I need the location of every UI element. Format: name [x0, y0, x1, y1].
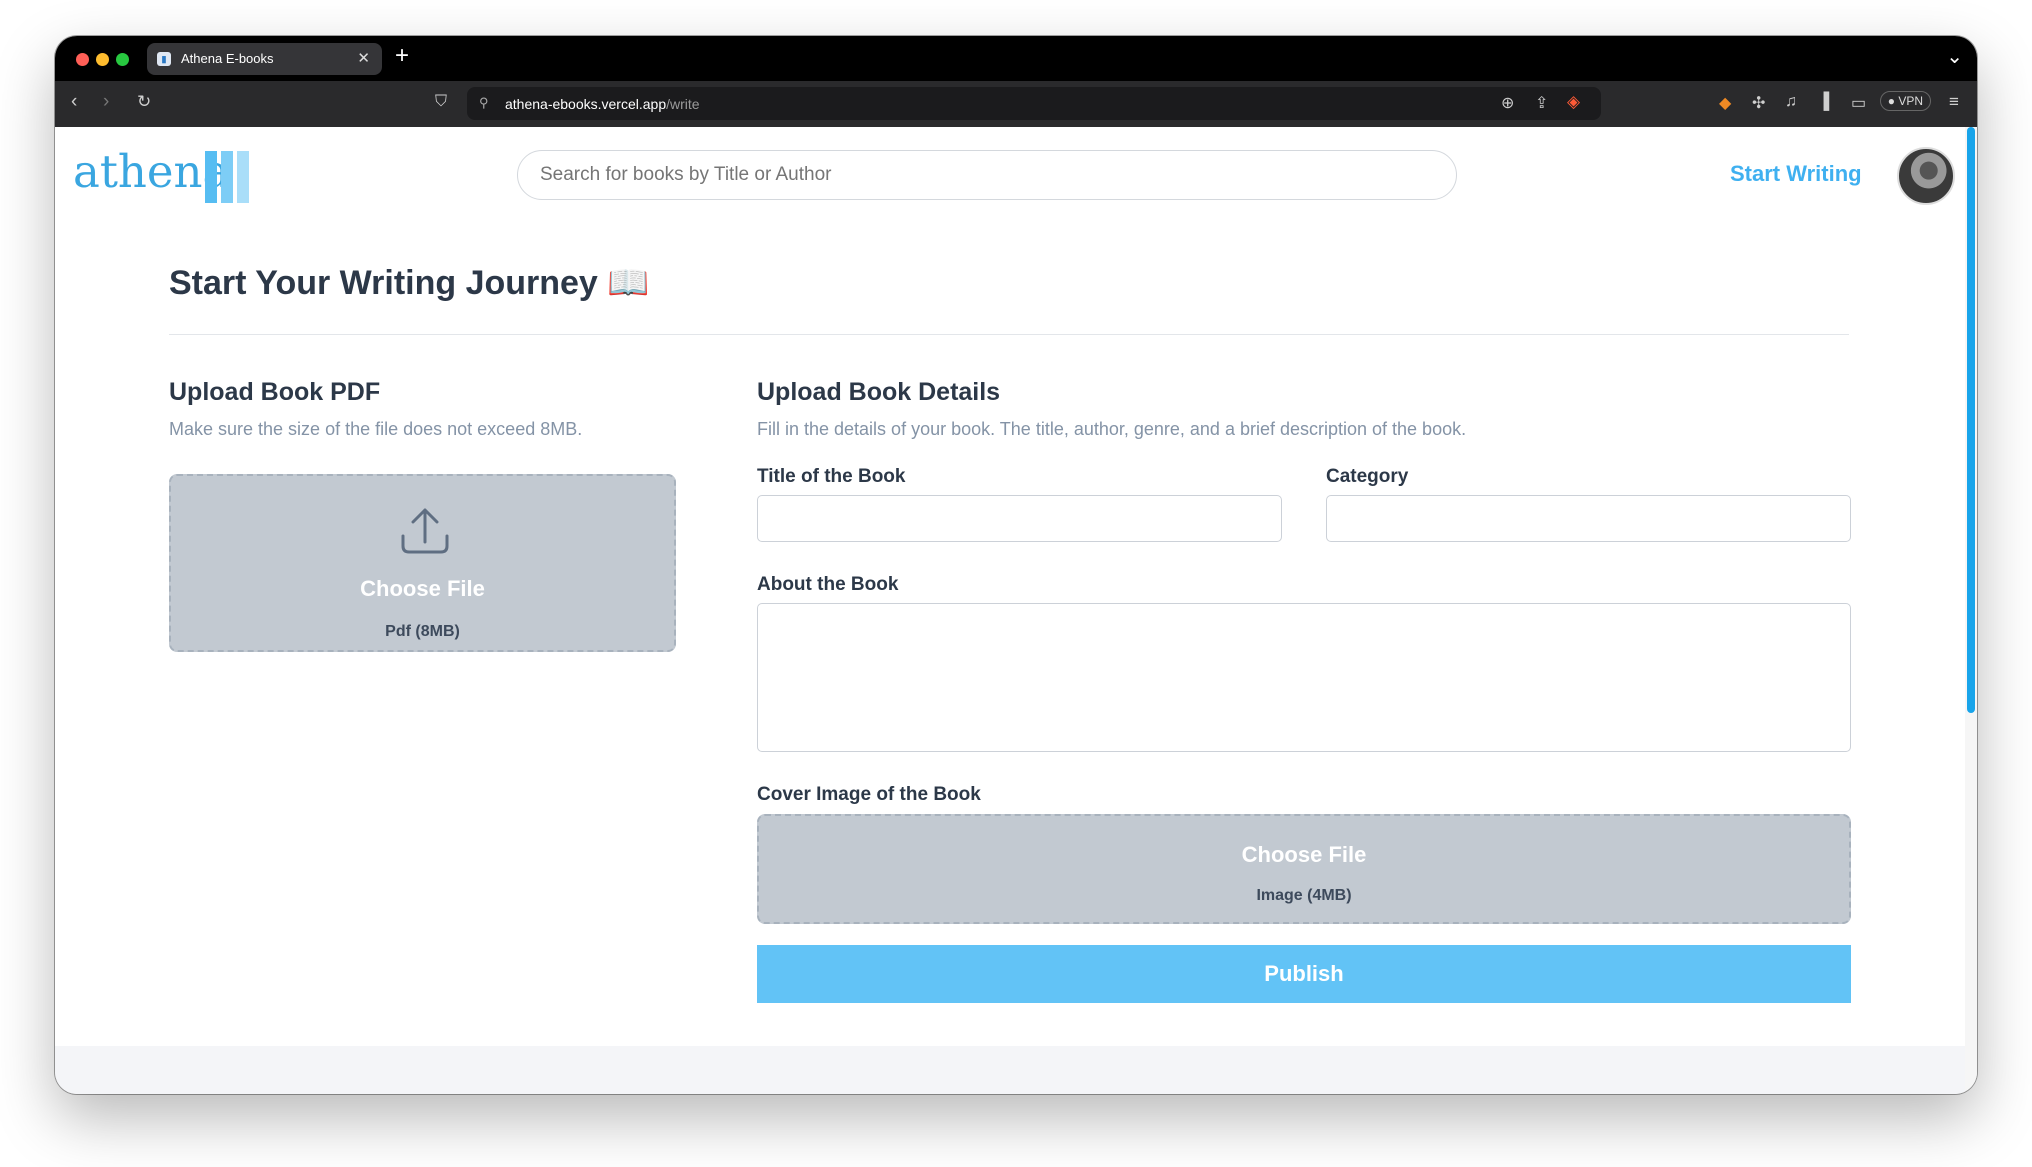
category-label: Category	[1326, 466, 1409, 487]
browser-window: ▮ Athena E-books ✕ + ⌄ ‹ › ↻ ⛉ ⚲ athena-…	[55, 36, 1977, 1094]
music-icon[interactable]: ♫	[1785, 93, 1797, 111]
scrollbar-thumb[interactable]	[1967, 127, 1975, 713]
site-header: athena Start Writing	[55, 127, 1965, 224]
url-text: athena-ebooks.vercel.app/write	[505, 96, 700, 112]
avatar[interactable]	[1897, 147, 1955, 205]
publish-button[interactable]: Publish	[757, 945, 1851, 1003]
cover-image-label: Cover Image of the Book	[757, 784, 981, 805]
pdf-size-hint: Pdf (8MB)	[385, 623, 460, 640]
pdf-choose-file-label: Choose File	[360, 576, 485, 601]
new-tab-button[interactable]: +	[395, 42, 409, 70]
category-input[interactable]	[1326, 495, 1851, 542]
book-details-title: Upload Book Details	[757, 378, 1001, 406]
tab-bar: ▮ Athena E-books ✕ + ⌄	[55, 36, 1977, 81]
page-viewport: athena Start Writing Start Your Writing …	[55, 127, 1977, 1094]
forward-icon[interactable]: ›	[103, 91, 109, 113]
share-icon[interactable]: ⇪	[1535, 93, 1548, 113]
start-writing-link[interactable]: Start Writing	[1730, 161, 1862, 187]
site-info-icon[interactable]: ⚲	[479, 95, 489, 111]
write-form-card: Start Your Writing Journey 📖 Upload Book…	[55, 223, 1965, 1046]
vpn-button[interactable]: ● VPN	[1879, 91, 1931, 111]
upload-icon	[401, 508, 449, 554]
cover-image-dropzone[interactable]: Choose File Image (4MB)	[757, 814, 1851, 924]
browser-toolbar: ‹ › ↻ ⛉ ⚲ athena-ebooks.vercel.app/write…	[55, 81, 1977, 127]
close-window-button[interactable]	[76, 53, 89, 66]
cover-size-hint: Image (4MB)	[1256, 887, 1352, 904]
search-input[interactable]	[517, 150, 1457, 200]
favicon-icon: ▮	[157, 52, 171, 66]
bookmark-icon[interactable]: ⛉	[435, 93, 447, 111]
browser-tab[interactable]: ▮ Athena E-books ✕	[147, 43, 382, 75]
close-tab-icon[interactable]: ✕	[357, 49, 370, 67]
book-title-input[interactable]	[757, 495, 1282, 542]
wallet-fox-icon[interactable]: ◆	[1719, 93, 1731, 113]
back-icon[interactable]: ‹	[71, 91, 77, 113]
tab-list-icon[interactable]: ⌄	[1946, 44, 1963, 69]
minimize-window-button[interactable]	[96, 53, 109, 66]
sidebar-icon[interactable]: ▐	[1818, 93, 1829, 111]
pdf-dropzone[interactable]: Choose File Pdf (8MB)	[169, 474, 676, 652]
reload-icon[interactable]: ↻	[137, 92, 151, 112]
maximize-window-button[interactable]	[116, 53, 129, 66]
scrollbar[interactable]	[1965, 127, 1977, 1094]
book-details-description: Fill in the details of your book. The ti…	[757, 419, 1467, 439]
upload-pdf-title: Upload Book PDF	[169, 378, 381, 406]
about-label: About the Book	[757, 574, 899, 595]
upload-pdf-description: Make sure the size of the file does not …	[169, 419, 583, 439]
address-bar[interactable]: ⚲ athena-ebooks.vercel.app/write ⊕ ⇪ ◈	[467, 87, 1601, 120]
wallet-icon[interactable]: ▭	[1851, 93, 1866, 113]
page-title: Start Your Writing Journey 📖	[169, 264, 650, 302]
title-label: Title of the Book	[757, 466, 906, 487]
divider	[169, 334, 1849, 335]
cover-choose-file-label: Choose File	[1241, 842, 1367, 867]
extension-icon[interactable]: ✣	[1752, 93, 1765, 113]
menu-icon[interactable]: ≡	[1949, 92, 1959, 112]
about-textarea[interactable]	[757, 603, 1851, 752]
brave-shield-icon[interactable]: ◈	[1567, 92, 1580, 112]
zoom-icon[interactable]: ⊕	[1501, 93, 1514, 113]
tab-title: Athena E-books	[181, 51, 274, 66]
